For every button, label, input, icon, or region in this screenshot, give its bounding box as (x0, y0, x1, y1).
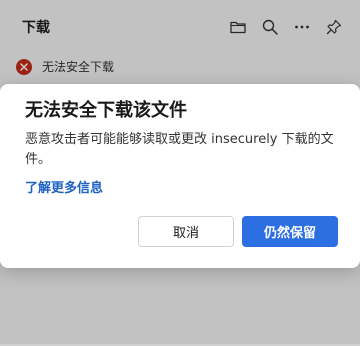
downloads-panel: 下载 无法安全下载 无法安全下载该文件 恶意攻击者可能能够读取或更改 insec… (0, 0, 360, 346)
cancel-button[interactable]: 取消 (138, 216, 234, 247)
dialog-message: 恶意攻击者可能能够读取或更改 insecurely 下载的文件。 (25, 132, 334, 167)
keep-anyway-button[interactable]: 仍然保留 (242, 216, 338, 247)
insecure-download-dialog: 无法安全下载该文件 恶意攻击者可能能够读取或更改 insecurely 下载的文… (0, 84, 360, 268)
learn-more-link[interactable]: 了解更多信息 (25, 177, 103, 196)
dialog-title: 无法安全下载该文件 (25, 100, 187, 121)
